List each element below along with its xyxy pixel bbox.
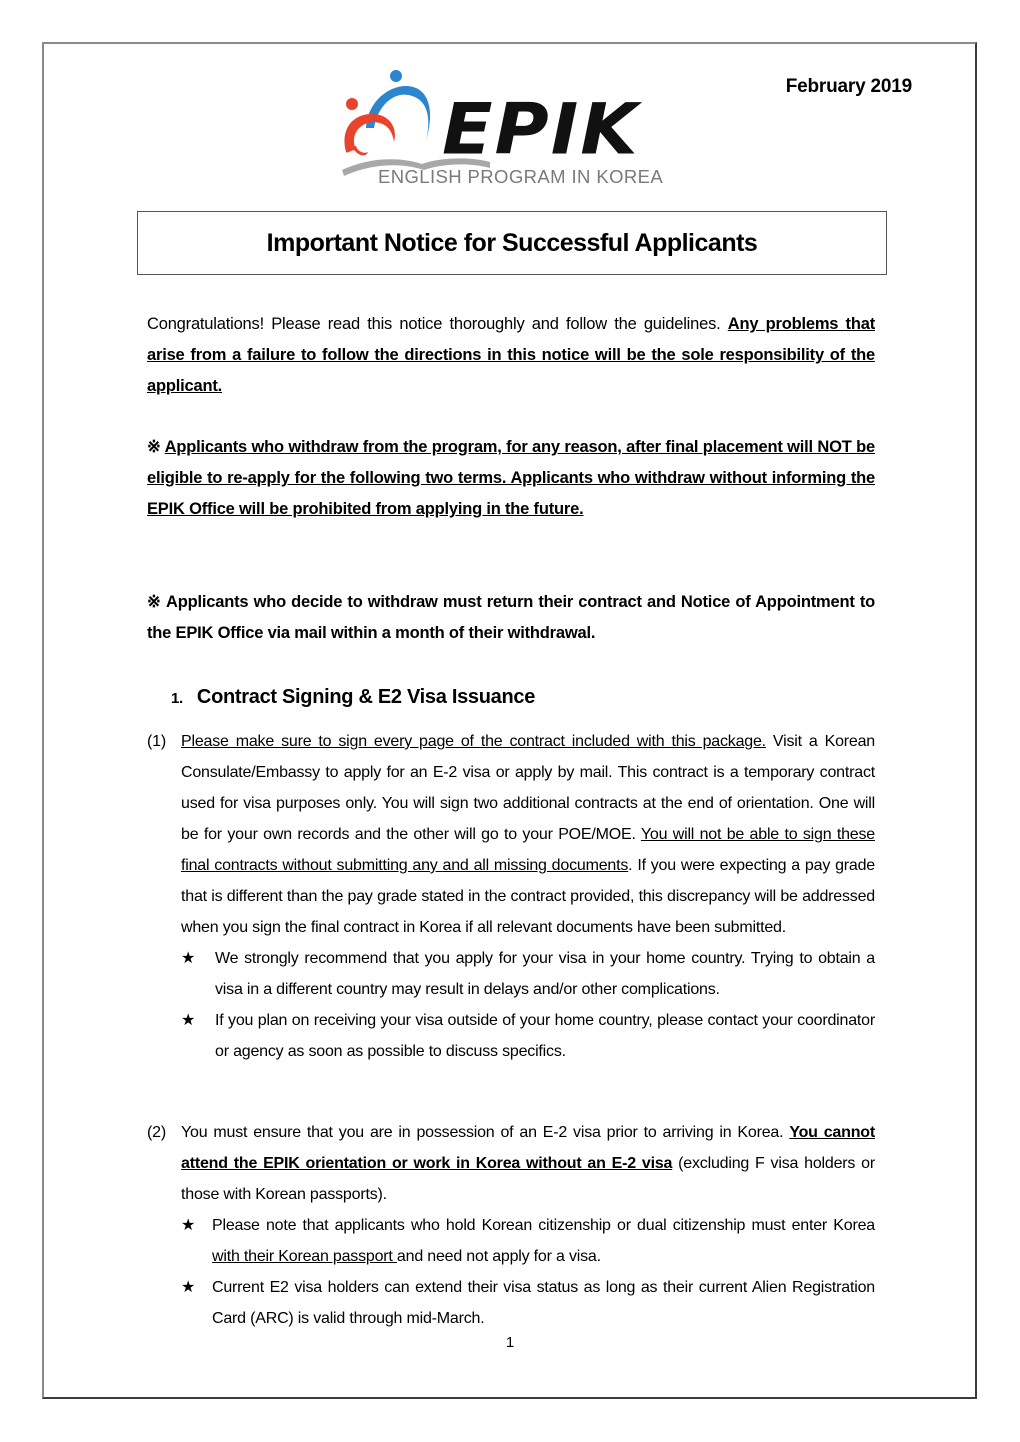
notice-text: Applicants who decide to withdraw must r… [147,593,875,642]
item-text: You must ensure that you are in possessi… [181,1117,875,1210]
page-number: 1 [505,1334,515,1351]
epik-logo: EPIK ENGLISH PROGRAM IN KOREA [342,70,663,187]
item-body-text: You must ensure that you are in possessi… [181,1124,790,1141]
bullet-text-part: and need not apply for a visa. [396,1248,601,1265]
title-box: Important Notice for Successful Applican… [137,211,887,275]
bullet-item: ★ We strongly recommend that you apply f… [181,943,875,1005]
star-bullet-icon: ★ [181,950,196,967]
bullet-text: If you plan on receiving your visa outsi… [215,1012,875,1060]
korean-passport-text: with their Korean passport [212,1248,397,1265]
logo-wordmark: EPIK [442,89,643,171]
notice-withdraw-return: ※ Applicants who decide to withdraw must… [147,587,875,649]
star-bullet-icon: ★ [181,1279,196,1296]
list-item-1: (1) Please make sure to sign every page … [147,726,875,1067]
bullet-item: ★ Current E2 visa holders can extend the… [181,1272,875,1334]
reference-mark-icon: ※ [147,438,161,456]
bullet-text: We strongly recommend that you apply for… [215,950,875,998]
notice-text: Applicants who withdraw from the program… [147,438,875,518]
item-label: (2) [147,1124,166,1141]
section-title: Contract Signing & E2 Visa Issuance [196,686,536,708]
bullet-text: Current E2 visa holders can extend their… [212,1279,875,1327]
notice-withdraw-eligibility: ※ Applicants who withdraw from the progr… [147,432,875,525]
bullet-item: ★ Please note that applicants who hold K… [181,1210,875,1272]
star-bullet-icon: ★ [181,1012,196,1029]
item-text: Please make sure to sign every page of t… [181,726,875,943]
sign-every-page-text: Please make sure to sign every page of t… [181,733,766,750]
section-number: 1. [171,690,183,707]
page-title: Important Notice for Successful Applican… [266,228,758,257]
section-heading: 1. Contract Signing & E2 Visa Issuance [171,686,535,709]
item-label: (1) [147,733,166,750]
logo-tagline: ENGLISH PROGRAM IN KOREA [378,166,663,187]
star-bullet-icon: ★ [181,1217,196,1234]
document-date: February 2019 [785,76,912,97]
bullet-item: ★ If you plan on receiving your visa out… [181,1005,875,1067]
intro-text: Congratulations! Please read this notice… [147,315,728,333]
intro-paragraph: Congratulations! Please read this notice… [147,309,875,402]
list-item-2: (2) You must ensure that you are in poss… [147,1117,875,1334]
reference-mark-icon: ※ [147,593,162,611]
bullet-text: Please note that applicants who hold Kor… [212,1210,875,1272]
bullet-text-part: Please note that applicants who hold Kor… [212,1217,875,1234]
